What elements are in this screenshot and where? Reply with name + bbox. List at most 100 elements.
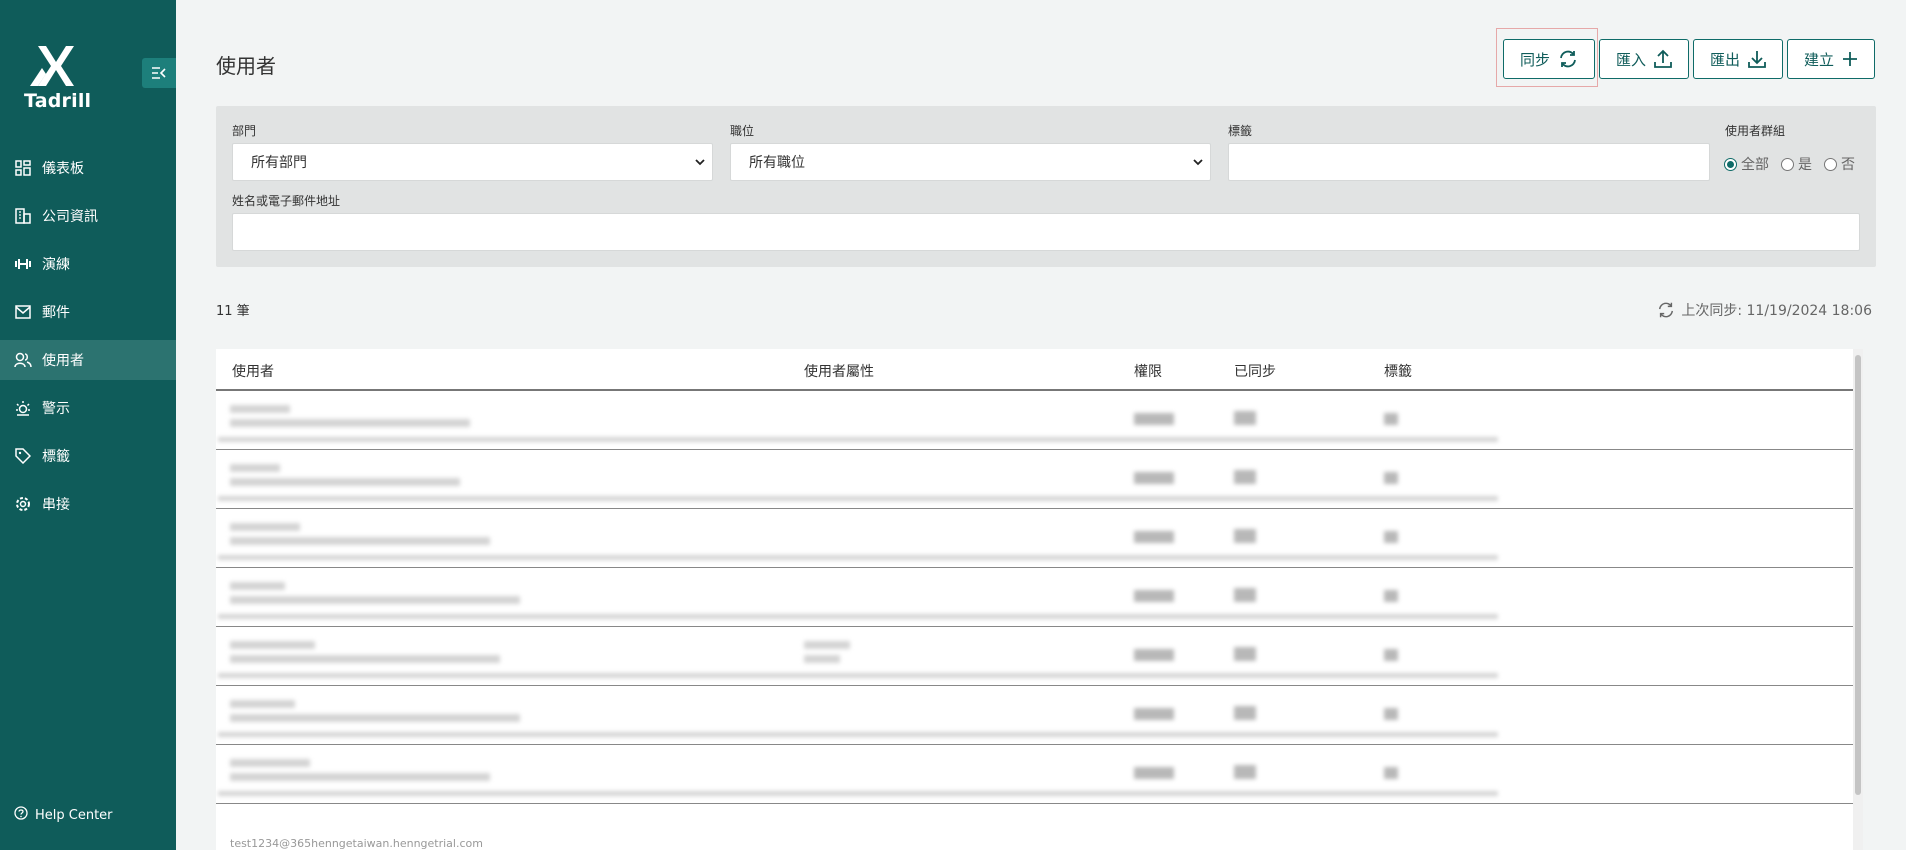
sidebar-item-label: 儀表板 — [42, 161, 84, 177]
redacted-content — [230, 419, 470, 427]
redacted-content — [230, 759, 310, 767]
scrollbar-thumb[interactable] — [1855, 355, 1861, 795]
department-select[interactable]: 所有部門 — [232, 143, 713, 181]
download-icon — [1748, 51, 1766, 68]
building-icon — [14, 207, 32, 225]
table-row[interactable] — [216, 391, 1863, 450]
table-row[interactable] — [216, 745, 1863, 804]
redacted-content — [1384, 590, 1398, 602]
table-row[interactable] — [216, 509, 1863, 568]
sidebar-item-mail[interactable]: 郵件 — [0, 292, 176, 332]
sidebar-item-alerts[interactable]: 警示 — [0, 388, 176, 428]
radio-no[interactable] — [1824, 157, 1837, 171]
table-body — [216, 391, 1863, 804]
redacted-content — [804, 641, 850, 649]
collapse-icon — [152, 67, 166, 79]
redacted-content — [218, 732, 1498, 737]
redacted-content — [230, 523, 300, 531]
upload-icon — [1654, 49, 1672, 68]
collapse-sidebar-button[interactable] — [142, 58, 176, 88]
redacted-content — [1134, 767, 1174, 779]
redacted-content — [218, 437, 1498, 442]
radio-all[interactable] — [1724, 157, 1737, 171]
export-button[interactable]: 匯出 — [1692, 39, 1783, 79]
redacted-content — [218, 673, 1498, 678]
sidebar-nav: 儀表板 公司資訊 演練 郵件 使用者 警示 標籤 串接 — [0, 148, 176, 532]
redacted-content — [804, 655, 840, 663]
column-permission[interactable]: 權限 — [1134, 361, 1162, 381]
redacted-content — [218, 496, 1498, 501]
column-tags[interactable]: 標籤 — [1384, 361, 1412, 381]
sidebar-item-users[interactable]: 使用者 — [0, 340, 176, 380]
sidebar-item-label: 使用者 — [42, 353, 84, 369]
sync-button-label: 同步 — [1519, 50, 1550, 69]
sidebar-item-label: 公司資訊 — [42, 209, 98, 225]
redacted-content — [230, 478, 460, 486]
radio-yes[interactable] — [1781, 157, 1794, 171]
redacted-content — [1234, 706, 1256, 720]
create-button-label: 建立 — [1803, 50, 1834, 69]
redacted-content — [1384, 708, 1398, 720]
create-button[interactable]: 建立 — [1786, 39, 1875, 79]
redacted-content — [1234, 411, 1256, 425]
sidebar-item-dashboard[interactable]: 儀表板 — [0, 148, 176, 188]
sidebar-item-company[interactable]: 公司資訊 — [0, 196, 176, 236]
sidebar-item-tags[interactable]: 標籤 — [0, 436, 176, 476]
sidebar-item-drills[interactable]: 演練 — [0, 244, 176, 284]
sidebar-item-integrations[interactable]: 串接 — [0, 484, 176, 524]
users-table: 使用者 使用者屬性 權限 已同步 標籤 test1234@365henngeta… — [216, 349, 1863, 850]
table-row[interactable] — [216, 627, 1863, 686]
brand-logo[interactable]: Tadrill — [24, 44, 92, 112]
plus-icon — [1843, 52, 1857, 66]
mail-icon — [14, 303, 32, 321]
table-row[interactable] — [216, 568, 1863, 627]
sync-icon — [1659, 302, 1674, 318]
help-icon — [14, 806, 28, 824]
sync-button[interactable]: 同步 — [1502, 39, 1595, 79]
redacted-content — [1384, 472, 1398, 484]
column-user-attributes[interactable]: 使用者屬性 — [804, 361, 874, 381]
logo-icon — [30, 46, 74, 86]
import-button-label: 匯入 — [1615, 50, 1646, 69]
dashboard-icon — [14, 159, 32, 177]
users-icon — [14, 351, 32, 369]
table-scrollbar[interactable] — [1853, 349, 1863, 850]
record-count: 11 筆 — [216, 304, 250, 319]
redacted-content — [1384, 531, 1398, 543]
sidebar: Tadrill 儀表板 公司資訊 演練 郵件 使用者 警示 標籤 串接 Help… — [0, 0, 176, 850]
help-center-link[interactable]: Help Center — [14, 806, 113, 824]
toolbar: 同步 匯入 匯出 建立 — [1502, 39, 1875, 79]
table-header: 使用者 使用者屬性 權限 已同步 標籤 — [216, 349, 1863, 391]
column-user[interactable]: 使用者 — [232, 361, 274, 381]
redacted-content — [230, 773, 490, 781]
brand-name: Tadrill — [24, 90, 92, 112]
tag-input[interactable] — [1228, 143, 1710, 181]
filter-panel: 部門 所有部門 職位 所有職位 標籤 使用者群組 全部 是 否 姓名或電子郵件地… — [216, 106, 1876, 267]
redacted-content — [1134, 472, 1174, 484]
sidebar-item-label: 郵件 — [42, 305, 70, 321]
radio-yes-label: 是 — [1798, 157, 1812, 173]
user-group-label: 使用者群組 — [1725, 124, 1786, 138]
radio-no-label: 否 — [1841, 157, 1855, 173]
redacted-content — [1384, 649, 1398, 661]
name-email-input[interactable] — [232, 213, 1860, 251]
import-button[interactable]: 匯入 — [1598, 39, 1689, 79]
department-value: 所有部門 — [251, 155, 307, 171]
redacted-content — [218, 791, 1498, 796]
position-select[interactable]: 所有職位 — [730, 143, 1211, 181]
table-row[interactable] — [216, 686, 1863, 745]
redacted-content — [230, 582, 285, 590]
tag-label: 標籤 — [1228, 124, 1253, 138]
redacted-content — [1384, 767, 1398, 779]
column-synced[interactable]: 已同步 — [1234, 361, 1276, 381]
redacted-content — [230, 655, 500, 663]
redacted-content — [230, 537, 490, 545]
redacted-content — [1384, 413, 1398, 425]
redacted-content — [218, 614, 1498, 619]
chevron-down-icon — [1193, 159, 1203, 166]
table-row[interactable] — [216, 450, 1863, 509]
chevron-down-icon — [695, 159, 705, 166]
alert-icon — [14, 399, 32, 417]
name-email-label: 姓名或電子郵件地址 — [232, 194, 341, 208]
redacted-content — [1234, 765, 1256, 779]
